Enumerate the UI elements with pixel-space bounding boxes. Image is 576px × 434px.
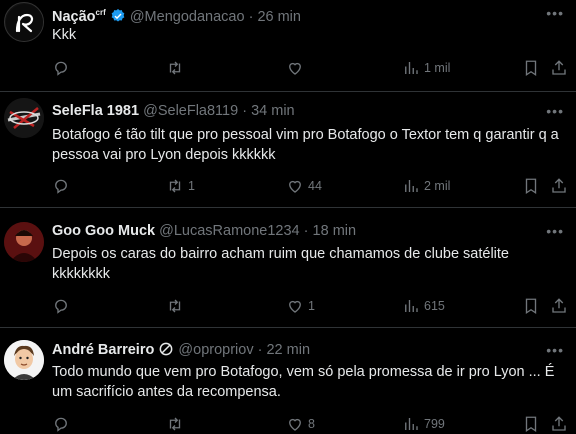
author-handle[interactable]: @Mengodanacao (130, 9, 245, 25)
retweet-button[interactable] (166, 296, 188, 316)
like-icon (289, 180, 301, 193)
share-button[interactable] (550, 58, 568, 78)
author-name[interactable]: SeleFla 1981 (52, 103, 139, 119)
bookmark-button[interactable] (522, 58, 540, 78)
separator: · (257, 342, 263, 358)
retweet-icon (169, 417, 181, 431)
retweet-button[interactable]: 1 (166, 176, 195, 196)
retweet-icon (169, 61, 181, 75)
tweet-header: André Barreiro @opropriov · 22 min (52, 341, 536, 359)
bookmark-button[interactable] (522, 296, 540, 316)
tweet-actions: 8 799 (52, 414, 576, 434)
views-button[interactable]: 2 mil (402, 176, 450, 196)
tweet-1[interactable]: Naçãocrf @Mengodanacao · 26 min ••• Kkk … (0, 0, 576, 92)
timestamp[interactable]: 34 min (251, 103, 295, 119)
reply-icon (55, 299, 67, 314)
like-icon (289, 62, 301, 75)
avatar[interactable] (4, 98, 44, 138)
avatar[interactable] (4, 222, 44, 262)
bookmark-icon (525, 178, 537, 195)
reply-button[interactable] (52, 58, 74, 78)
timestamp[interactable]: 22 min (266, 342, 310, 358)
views-button[interactable]: 799 (402, 414, 445, 434)
tweet-header: Goo Goo Muck @LucasRamone1234 · 18 min (52, 222, 536, 240)
timestamp[interactable]: 18 min (313, 223, 357, 239)
tweet-3[interactable]: Goo Goo Muck @LucasRamone1234 · 18 min •… (0, 208, 576, 328)
views-icon (405, 418, 418, 430)
bookmark-button[interactable] (522, 414, 540, 434)
author-handle[interactable]: @opropriov (178, 342, 253, 358)
reply-button[interactable] (52, 176, 74, 196)
views-button[interactable]: 615 (402, 296, 445, 316)
retweet-button[interactable] (166, 414, 188, 434)
more-icon[interactable]: ••• (546, 102, 564, 120)
author-name[interactable]: Goo Goo Muck (52, 223, 155, 239)
like-button[interactable]: 8 (286, 414, 315, 434)
more-icon[interactable]: ••• (546, 222, 564, 240)
views-icon (405, 62, 418, 74)
separator: · (242, 103, 248, 119)
retweet-icon (169, 299, 181, 313)
share-icon (552, 416, 566, 431)
retweet-button[interactable] (166, 58, 188, 78)
share-button[interactable] (550, 176, 568, 196)
author-badge: crf (95, 8, 106, 17)
author-name[interactable]: André Barreiro (52, 342, 154, 358)
user-photo-icon (4, 222, 44, 262)
avatar[interactable] (4, 340, 44, 380)
no-symbol-icon (159, 342, 173, 356)
share-icon (552, 178, 566, 193)
tweet-text: Botafogo é tão tilt que pro pessoal vim … (52, 127, 559, 163)
like-button[interactable]: 1 (286, 296, 315, 316)
separator: · (303, 223, 309, 239)
reply-icon (55, 61, 67, 76)
bookmark-icon (525, 60, 537, 77)
user-cartoon-icon (4, 340, 44, 380)
tweet-actions: 1 615 (52, 296, 576, 316)
flamengo-logo-icon (6, 4, 43, 41)
tweet-text: Depois os caras do bairro acham ruim que… (52, 246, 509, 282)
reply-button[interactable] (52, 414, 74, 434)
retweet-icon (169, 179, 181, 193)
tweet-actions: 1 mil (52, 58, 576, 78)
like-icon (289, 300, 301, 313)
like-button[interactable] (286, 58, 308, 78)
bookmark-icon (525, 298, 537, 315)
tweet-2[interactable]: SeleFla 1981 @SeleFla8119 · 34 min ••• B… (0, 92, 576, 208)
share-icon (552, 60, 566, 75)
reply-icon (55, 179, 67, 194)
like-button[interactable]: 44 (286, 176, 322, 196)
tweet-header: Naçãocrf @Mengodanacao · 26 min (52, 4, 536, 26)
more-icon[interactable]: ••• (546, 341, 564, 359)
author-handle[interactable]: @LucasRamone1234 (159, 223, 299, 239)
more-icon[interactable]: ••• (546, 4, 564, 22)
verified-icon (111, 8, 125, 22)
tweet-text: Kkk (52, 27, 77, 43)
views-icon (405, 180, 418, 192)
tweet-text: Todo mundo que vem pro Botafogo, vem só … (52, 364, 555, 400)
bookmark-button[interactable] (522, 176, 540, 196)
tweet-header: SeleFla 1981 @SeleFla8119 · 34 min (52, 102, 536, 120)
like-icon (289, 418, 301, 431)
tweet-4[interactable]: André Barreiro @opropriov · 22 min ••• T… (0, 328, 576, 434)
selefla-logo-icon (4, 98, 44, 138)
share-icon (552, 298, 566, 313)
bookmark-icon (525, 416, 537, 433)
share-button[interactable] (550, 296, 568, 316)
separator: · (248, 8, 254, 25)
avatar[interactable] (4, 2, 44, 42)
author-handle[interactable]: @SeleFla8119 (143, 103, 238, 119)
timestamp[interactable]: 26 min (257, 9, 301, 25)
views-button[interactable]: 1 mil (402, 58, 450, 78)
views-icon (405, 300, 418, 312)
author-name[interactable]: Nação (52, 9, 96, 25)
share-button[interactable] (550, 414, 568, 434)
reply-icon (55, 417, 67, 432)
reply-button[interactable] (52, 296, 74, 316)
tweet-actions: 1 44 2 mil (52, 176, 576, 196)
